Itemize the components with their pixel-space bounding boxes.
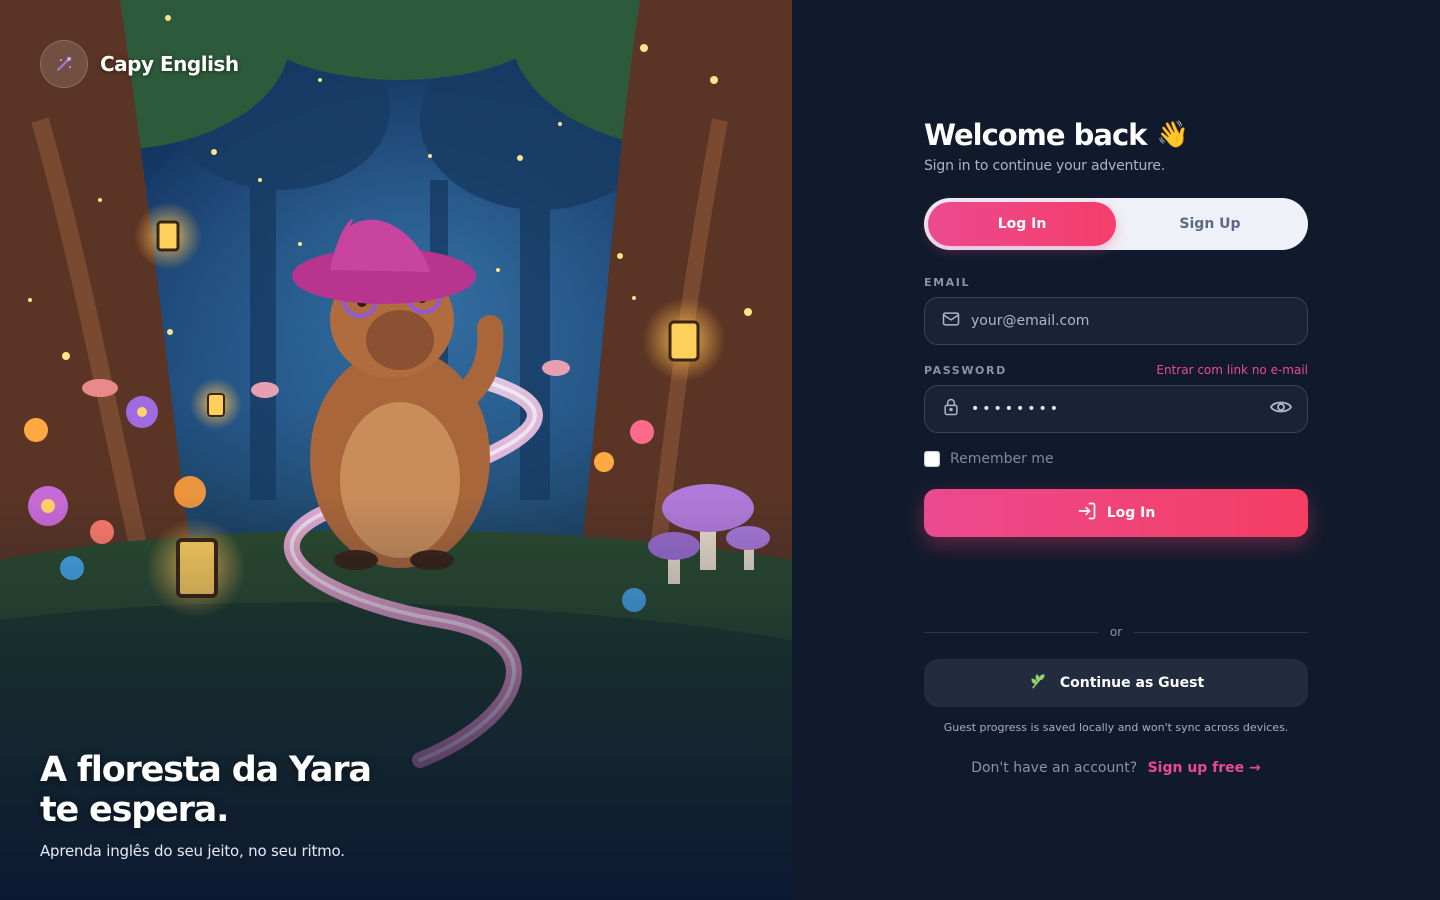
auth-tabs: Log In Sign Up [924,198,1308,250]
hero-title: A floresta da Yara te espera. [40,750,460,830]
waving-hand-icon: 👋 [1156,120,1189,150]
welcome-title: Welcome back [924,118,1147,152]
divider: or [924,625,1308,639]
magic-link[interactable]: Entrar com link no e-mail [1156,363,1308,377]
password-group: PASSWORD Entrar com link no e-mail [924,363,1308,433]
divider-text: or [1109,625,1123,639]
sparkle-wand-icon [40,40,88,88]
remember-me[interactable]: Remember me [924,451,1308,467]
tab-log-in[interactable]: Log In [928,202,1116,246]
signup-prompt-text: Don't have an account? [971,760,1138,776]
lock-icon [941,397,961,421]
email-group: EMAIL [924,276,1308,345]
hero-title-line2: te espera. [40,790,229,830]
guest-button-label: Continue as Guest [1059,675,1205,691]
sign-up-free-link[interactable]: Sign up free → [1148,760,1261,776]
email-input[interactable] [971,313,1293,329]
sprout-icon [1028,671,1048,695]
hero-subtitle: Aprenda inglês do seu jeito, no seu ritm… [40,842,345,860]
hero-copy: A floresta da Yara te espera. Aprenda in… [40,750,460,860]
welcome-heading: Welcome back 👋 [924,118,1308,152]
remember-checkbox[interactable] [924,451,940,467]
signup-prompt: Don't have an account? Sign up free → [924,760,1308,776]
password-input[interactable] [971,401,1259,417]
tab-sign-up[interactable]: Sign Up [1116,202,1304,246]
guest-note: Guest progress is saved locally and won'… [943,721,1289,734]
hero-title-line1: A floresta da Yara [40,750,372,790]
hero-panel: Capy English A floresta da Yara te esper… [0,0,792,900]
login-arrow-icon [1077,501,1097,525]
login-form: Welcome back 👋 Sign in to continue your … [924,118,1308,776]
password-field[interactable] [924,385,1308,433]
log-in-button-label: Log In [1106,505,1156,521]
remember-label: Remember me [950,451,1054,467]
password-label: PASSWORD [924,363,1007,377]
log-in-button[interactable]: Log In [924,489,1308,537]
email-label: EMAIL [924,276,971,289]
continue-as-guest-button[interactable]: Continue as Guest [924,659,1308,707]
divider-line [924,631,1098,633]
password-label-row: PASSWORD Entrar com link no e-mail [924,363,1308,377]
eye-icon[interactable] [1269,395,1293,423]
email-field[interactable] [924,297,1308,345]
divider-line [1134,631,1308,633]
welcome-subtitle: Sign in to continue your adventure. [924,158,1166,174]
mail-icon [941,309,961,333]
brand[interactable]: Capy English [40,40,239,88]
brand-name: Capy English [100,52,239,76]
login-page: Capy English A floresta da Yara te esper… [0,0,1440,900]
auth-panel: Welcome back 👋 Sign in to continue your … [792,0,1440,900]
